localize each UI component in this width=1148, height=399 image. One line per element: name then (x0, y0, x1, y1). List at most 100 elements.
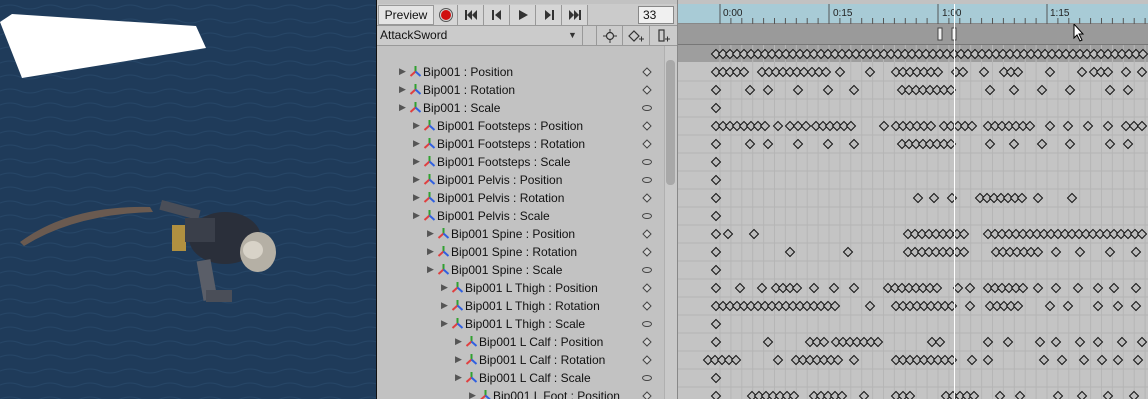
keyframe[interactable] (966, 120, 978, 132)
frame-input[interactable]: 33 (638, 6, 674, 24)
property-row[interactable]: ▶ Bip001 : Position (377, 63, 667, 81)
keyframe[interactable] (762, 84, 774, 96)
keyframe[interactable] (710, 228, 722, 240)
property-row[interactable]: ▶ Bip001 Pelvis : Rotation (377, 189, 667, 207)
property-row[interactable]: ▶ Bip001 L Thigh : Rotation (377, 297, 667, 315)
keyframe[interactable] (928, 192, 940, 204)
keyframe[interactable] (710, 372, 722, 384)
keyframe[interactable] (1036, 84, 1048, 96)
keyframe[interactable] (822, 84, 834, 96)
keyframe[interactable] (792, 138, 804, 150)
dopesheet[interactable] (678, 45, 1148, 399)
last-key-button[interactable] (562, 4, 588, 25)
keyframe[interactable] (762, 336, 774, 348)
expand-arrow-icon[interactable]: ▶ (399, 84, 406, 95)
expand-arrow-icon[interactable]: ▶ (441, 318, 448, 329)
keyframe[interactable] (1064, 84, 1076, 96)
scene-view[interactable] (0, 0, 376, 399)
property-row[interactable]: ▶ Bip001 L Thigh : Position (377, 279, 667, 297)
keyframe[interactable] (984, 138, 996, 150)
keyframe-toggle-icon[interactable] (642, 355, 652, 365)
first-key-button[interactable] (458, 4, 484, 25)
event-strip[interactable] (678, 22, 1148, 45)
keyframe[interactable] (828, 282, 840, 294)
keyframe[interactable] (756, 282, 768, 294)
keyframe[interactable] (832, 354, 844, 366)
keyframe[interactable] (1104, 138, 1116, 150)
keyframe[interactable] (710, 264, 722, 276)
keyframe[interactable] (1082, 120, 1094, 132)
keyframe[interactable] (1056, 354, 1068, 366)
keyframe[interactable] (808, 282, 820, 294)
expand-arrow-icon[interactable]: ▶ (427, 228, 434, 239)
keyframe-toggle-icon[interactable] (642, 337, 652, 347)
keyframe[interactable] (1132, 354, 1144, 366)
keyframe[interactable] (872, 336, 884, 348)
keyframe[interactable] (788, 390, 800, 399)
keyframe[interactable] (836, 390, 848, 399)
property-row[interactable]: ▶ Bip001 Spine : Position (377, 225, 667, 243)
keyframe[interactable] (966, 354, 978, 366)
keyframe[interactable] (710, 102, 722, 114)
keyframe[interactable] (1072, 282, 1084, 294)
keyframe[interactable] (1050, 246, 1062, 258)
property-row[interactable]: ▶ Bip001 Spine : Rotation (377, 243, 667, 261)
expand-arrow-icon[interactable]: ▶ (427, 246, 434, 257)
clip-dropdown[interactable]: AttackSword (377, 26, 583, 45)
keyframe-toggle-icon[interactable] (642, 121, 652, 131)
expand-arrow-icon[interactable]: ▶ (399, 66, 406, 77)
keyframe[interactable] (845, 120, 857, 132)
keyframe[interactable] (1032, 192, 1044, 204)
keyframe[interactable] (710, 210, 722, 222)
keyframe[interactable] (1002, 336, 1014, 348)
keyframe[interactable] (931, 282, 943, 294)
keyframe[interactable] (1128, 390, 1140, 399)
time-ruler[interactable]: 0:00 0:15 1:00 1:15 (678, 4, 1148, 24)
keyframe[interactable] (982, 336, 994, 348)
keyframe[interactable] (1008, 138, 1020, 150)
keyframe[interactable] (964, 282, 976, 294)
keyframe[interactable] (1052, 390, 1064, 399)
keyframe[interactable] (710, 336, 722, 348)
expand-arrow-icon[interactable]: ▶ (455, 372, 462, 383)
curve-key-icon[interactable] (642, 103, 652, 113)
keyframe[interactable] (904, 390, 916, 399)
keyframe-toggle-icon[interactable] (642, 67, 652, 77)
property-row[interactable]: ▶ Bip001 L Thigh : Scale (377, 315, 667, 333)
keyframe[interactable] (710, 390, 722, 399)
keyframe[interactable] (1062, 300, 1074, 312)
keyframe[interactable] (978, 66, 990, 78)
property-row[interactable]: ▶ Bip001 Footsteps : Rotation (377, 135, 667, 153)
record-button[interactable] (434, 4, 458, 25)
keyframe[interactable] (1062, 120, 1074, 132)
keyframe[interactable] (1024, 120, 1036, 132)
property-row[interactable]: ▶ Bip001 L Calf : Rotation (377, 351, 667, 369)
keyframe[interactable] (710, 156, 722, 168)
expand-arrow-icon[interactable]: ▶ (455, 354, 462, 365)
play-button[interactable] (510, 4, 536, 25)
keyframe[interactable] (1108, 282, 1120, 294)
keyframe[interactable] (912, 192, 924, 204)
keyframe[interactable] (710, 246, 722, 258)
expand-arrow-icon[interactable]: ▶ (427, 264, 434, 275)
property-row[interactable]: ▶ Bip001 Pelvis : Scale (377, 207, 667, 225)
keyframe-toggle-icon[interactable] (642, 85, 652, 95)
keyframe[interactable] (748, 228, 760, 240)
keyframe[interactable] (759, 120, 771, 132)
expand-arrow-icon[interactable]: ▶ (441, 300, 448, 311)
keyframe[interactable] (800, 120, 812, 132)
event-marker[interactable] (937, 27, 943, 41)
keyframe[interactable] (762, 138, 774, 150)
keyframe[interactable] (710, 138, 722, 150)
keyframe[interactable] (1050, 282, 1062, 294)
keyframe-toggle-icon[interactable] (642, 391, 652, 399)
property-row[interactable]: ▶ Bip001 : Rotation (377, 81, 667, 99)
keyframe[interactable] (834, 66, 846, 78)
playhead[interactable] (954, 4, 955, 399)
keyframe[interactable] (792, 84, 804, 96)
keyframe[interactable] (1130, 246, 1142, 258)
next-key-button[interactable] (536, 4, 562, 25)
keyframe[interactable] (1112, 354, 1124, 366)
property-row[interactable]: ▶ Bip001 Spine : Scale (377, 261, 667, 279)
keyframe[interactable] (1078, 354, 1090, 366)
